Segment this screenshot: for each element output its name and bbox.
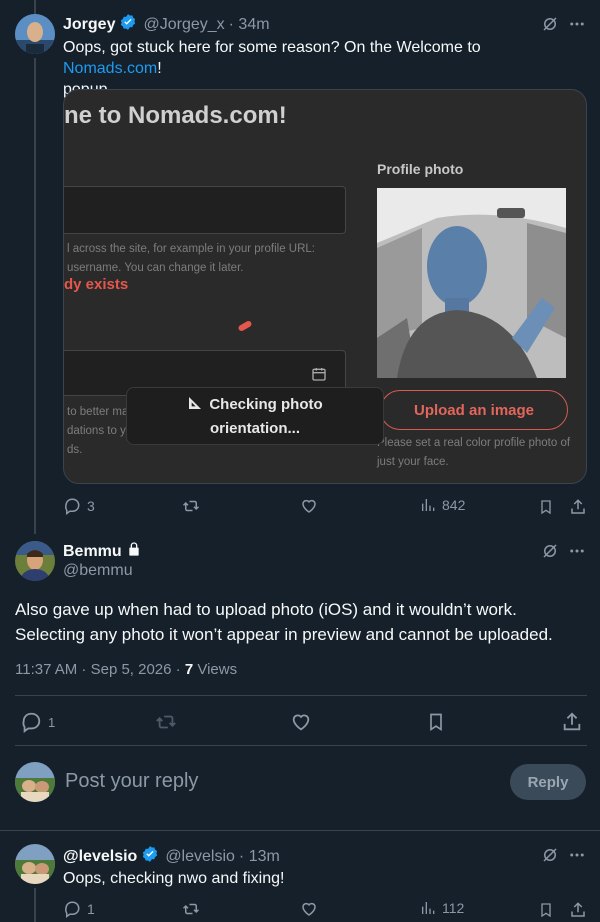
more-options-icon[interactable]: [567, 14, 587, 34]
reply-input[interactable]: Post your reply: [65, 770, 198, 793]
avatar-image: [15, 541, 55, 581]
thread-connector: [34, 888, 36, 922]
share-icon[interactable]: [560, 711, 584, 733]
verified-badge-icon: [119, 13, 137, 36]
tweet-text: Oops, checking nwo and fixing!: [63, 870, 285, 887]
reply-count: 3: [87, 498, 95, 514]
help-line: dations to yo: [67, 425, 133, 437]
date-help-text: to better ma dations to yo ds.: [67, 403, 132, 460]
more-options-icon[interactable]: [567, 845, 587, 865]
avatar-image: [15, 762, 55, 802]
views-label: Views: [193, 661, 238, 678]
grok-icon[interactable]: [540, 845, 560, 865]
heart-icon: [300, 900, 318, 918]
error-message: dy exists: [64, 276, 129, 293]
views-action[interactable]: 112: [420, 900, 464, 916]
ruler-icon: [187, 395, 203, 418]
views-count: 842: [442, 497, 466, 513]
timestamp-text[interactable]: 11:37 AM · Sep 5, 2026 ·: [15, 661, 185, 678]
like-action[interactable]: [300, 497, 318, 515]
tweet-header: @levelsio @levelsio · 13m: [63, 845, 280, 868]
tweet-header: Bemmu: [63, 541, 142, 562]
tweet-timestamp: 11:37 AM · Sep 5, 2026 · 7 Views: [15, 661, 237, 678]
toast-line: Checking photo: [209, 396, 323, 413]
author-name[interactable]: Bemmu: [63, 543, 122, 561]
avatar-image: [15, 844, 55, 884]
author-handle[interactable]: @Jorgey_x: [143, 16, 224, 34]
views-icon: [420, 497, 436, 513]
reply-button[interactable]: Reply: [510, 764, 586, 800]
divider: [15, 745, 587, 746]
reply-icon: [63, 900, 81, 918]
upload-image-button: Upload an image: [380, 390, 568, 430]
tweet-header: Jorgey @Jorgey_x · 34m: [63, 13, 270, 36]
avatar[interactable]: [15, 762, 55, 802]
profile-photo-label: Profile photo: [377, 161, 464, 177]
share-icon[interactable]: [568, 900, 588, 920]
grok-icon[interactable]: [540, 541, 560, 561]
repost-icon[interactable]: [154, 711, 178, 733]
lock-icon: [126, 541, 142, 562]
reply-icon: [20, 711, 42, 733]
avatar[interactable]: [15, 14, 55, 54]
username-help-text: l across the site, for example in your p…: [67, 240, 315, 278]
post-time[interactable]: · 34m: [229, 16, 270, 34]
post-time[interactable]: · 13m: [239, 848, 280, 866]
more-options-icon[interactable]: [567, 541, 587, 561]
help-line: ds.: [67, 444, 83, 456]
heart-icon[interactable]: [289, 711, 313, 733]
help-line: to better ma: [67, 406, 129, 418]
repost-action[interactable]: [181, 497, 201, 515]
views-count: 7: [184, 661, 194, 678]
bookmark-icon[interactable]: [424, 711, 448, 733]
repost-action[interactable]: [181, 900, 201, 918]
views-count: 112: [442, 900, 465, 916]
tweet-text: !: [157, 60, 162, 77]
toast-line: orientation...: [210, 420, 300, 437]
tweet-text: Also gave up when had to upload photo (i…: [15, 600, 553, 644]
heart-icon: [300, 497, 318, 515]
username-field: [64, 186, 346, 234]
checking-photo-toast: Checking photo orientation...: [126, 387, 384, 445]
reply-action[interactable]: 1: [20, 711, 55, 733]
profile-photo-help: Please set a real color profile photo of…: [377, 437, 571, 468]
share-icon[interactable]: [568, 497, 588, 517]
repost-icon: [181, 900, 201, 918]
divider: [0, 830, 600, 831]
avatar[interactable]: [15, 541, 55, 581]
views-action[interactable]: 842: [420, 497, 465, 513]
avatar-image: [15, 14, 55, 54]
tweet-text: Oops, got stuck here for some reason? On…: [63, 39, 481, 56]
loading-spinner: [237, 319, 253, 333]
reply-count: 1: [48, 714, 56, 730]
bookmark-icon[interactable]: [536, 900, 556, 920]
avatar[interactable]: [15, 844, 55, 884]
like-action[interactable]: [300, 900, 318, 918]
profile-photo-preview: [377, 188, 566, 378]
reply-action[interactable]: 1: [63, 900, 95, 918]
views-icon: [420, 900, 436, 916]
car-selfie-image: [377, 188, 566, 378]
verified-badge-icon: [141, 845, 159, 868]
attached-screenshot[interactable]: ne to Nomads.com! l across the site, for…: [63, 89, 587, 484]
divider: [15, 695, 587, 696]
tweet-link[interactable]: Nomads.com: [63, 60, 157, 77]
modal-title: ne to Nomads.com!: [64, 102, 287, 129]
thread-connector: [34, 58, 36, 534]
author-name[interactable]: @levelsio: [63, 848, 137, 866]
author-name[interactable]: Jorgey: [63, 16, 115, 34]
help-line: l across the site, for example in your p…: [67, 243, 315, 255]
reply-icon: [63, 497, 81, 515]
author-handle[interactable]: @levelsio: [165, 848, 235, 866]
author-handle[interactable]: @bemmu: [63, 562, 133, 580]
reply-action[interactable]: 3: [63, 497, 95, 515]
reply-count: 1: [87, 901, 95, 917]
calendar-icon: [311, 366, 327, 387]
bookmark-icon[interactable]: [536, 497, 556, 517]
grok-icon[interactable]: [540, 14, 560, 34]
repost-icon: [181, 497, 201, 515]
